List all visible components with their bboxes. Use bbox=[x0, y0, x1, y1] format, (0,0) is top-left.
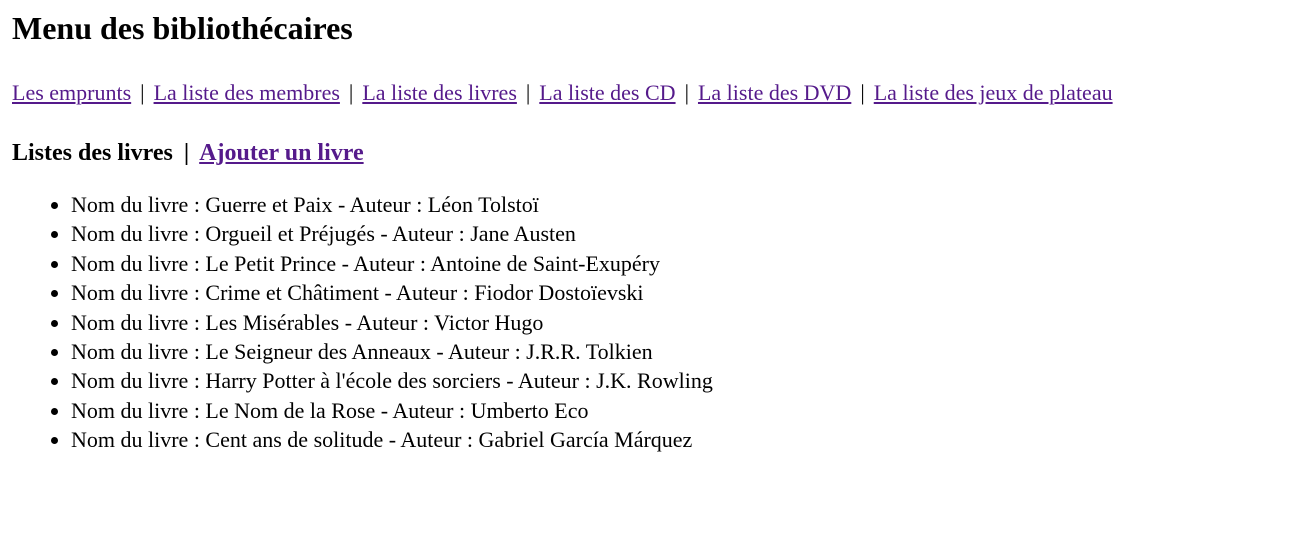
page: Menu des bibliothécaires Les emprunts | La… bbox=[0, 10, 1290, 455]
section-separator: | bbox=[183, 140, 190, 166]
nav-link-jeux-de-plateau[interactable]: La liste des jeux de plateau bbox=[874, 80, 1113, 105]
nav-link-livres[interactable]: La liste des livres bbox=[362, 80, 517, 105]
section-title: Listes des livres bbox=[12, 140, 173, 166]
nav-separator: | bbox=[684, 80, 689, 105]
nav-link-cd[interactable]: La liste des CD bbox=[539, 80, 675, 105]
nav-separator: | bbox=[140, 80, 145, 105]
page-title: Menu des bibliothécaires bbox=[12, 10, 353, 46]
list-item: Nom du livre : Orgueil et Préjugés - Aut… bbox=[71, 219, 1278, 248]
nav-separator: | bbox=[348, 80, 354, 105]
main-nav: Les emprunts | La liste des membres | La lis… bbox=[12, 80, 1278, 106]
nav-link-dvd[interactable]: La liste des DVD bbox=[698, 80, 851, 105]
nav-link-emprunts[interactable]: Les emprunts bbox=[12, 80, 131, 105]
list-item: Nom du livre : Le Nom de la Rose - Auteu… bbox=[71, 396, 1278, 425]
list-item: Nom du livre : Guerre et Paix - Auteur :… bbox=[71, 190, 1278, 219]
list-item: Nom du livre : Les Misérables - Auteur :… bbox=[71, 308, 1278, 337]
list-item: Nom du livre : Cent ans de solitude - Au… bbox=[71, 425, 1278, 454]
list-item: Nom du livre : Harry Potter à l'école de… bbox=[71, 366, 1278, 395]
section-heading: Listes des livres | Ajouter un livre bbox=[12, 138, 1278, 168]
nav-link-membres[interactable]: La liste des membres bbox=[154, 80, 340, 105]
list-item: Nom du livre : Le Petit Prince - Auteur … bbox=[71, 249, 1278, 278]
list-item: Nom du livre : Le Seigneur des Anneaux -… bbox=[71, 337, 1278, 366]
list-item: Nom du livre : Crime et Châtiment - Aute… bbox=[71, 278, 1278, 307]
nav-separator: | bbox=[860, 80, 865, 105]
add-book-link[interactable]: Ajouter un livre bbox=[199, 140, 363, 166]
book-list: Nom du livre : Guerre et Paix - Auteur :… bbox=[12, 190, 1278, 455]
nav-separator: | bbox=[525, 80, 531, 105]
